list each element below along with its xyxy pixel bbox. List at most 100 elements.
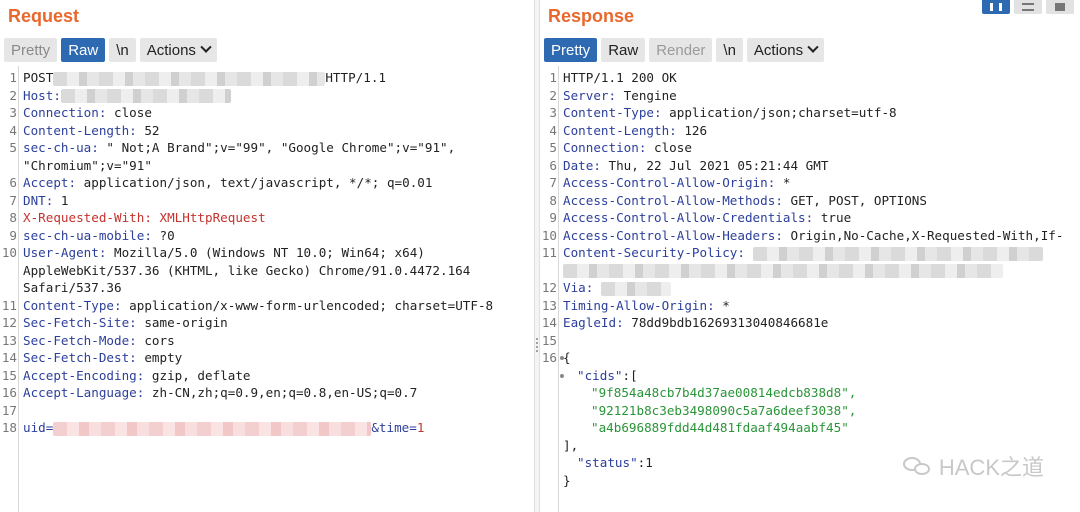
rows-icon xyxy=(1022,3,1034,11)
header-value: ?0 xyxy=(151,227,175,243)
request-newline-toggle[interactable]: \n xyxy=(109,38,136,62)
request-raw-tab[interactable]: Raw xyxy=(61,38,106,62)
code-text: Content-Length: 126 xyxy=(563,122,707,140)
code-line: "92121b8c3eb3498090c5a7a6deef3038", xyxy=(540,402,1080,420)
line-number: 12 xyxy=(1,315,17,330)
code-text: Timing-Allow-Origin: * xyxy=(563,297,730,315)
line-number: 11 xyxy=(541,245,557,260)
header-colon: : xyxy=(53,87,61,103)
code-text: "92121b8c3eb3498090c5a7a6deef3038", xyxy=(591,402,856,420)
response-raw-tab[interactable]: Raw xyxy=(601,38,646,62)
code-line: 10 Access-Control-Allow-Headers: Origin,N… xyxy=(540,227,1080,245)
code-line: 8 X-Requested-With: XMLHttpRequest xyxy=(0,209,534,227)
json-punct: :1 xyxy=(637,455,653,470)
header-value: application/json;charset=utf-8 xyxy=(661,105,897,120)
fold-marker-icon[interactable] xyxy=(560,356,564,360)
code-text: Connection: close xyxy=(563,139,692,157)
header-name: Accept xyxy=(23,175,69,190)
code-text: } xyxy=(563,472,571,490)
code-text: AppleWebKit/537.36 (KHTML, like Gecko) C… xyxy=(23,262,470,280)
header-value: Origin,No-Cache,X-Requested-With,If- xyxy=(782,227,1064,243)
request-pretty-tab[interactable]: Pretty xyxy=(4,38,58,62)
layout-side-by-side-button[interactable] xyxy=(982,0,1010,14)
code-line: 1 POST HTTP/1.1 xyxy=(0,69,534,87)
code-text: Content-Security-Policy: xyxy=(563,244,1043,262)
json-key: "cids" xyxy=(577,367,623,383)
layout-stacked-button[interactable] xyxy=(1014,0,1042,14)
header-colon: : xyxy=(737,245,745,260)
code-line: 5 sec-ch-ua: " Not;A Brand";v="99", "Goog… xyxy=(0,139,534,157)
code-text: HTTP/1.1 200 OK xyxy=(563,69,677,87)
code-line: "a4b696889fdd44d481fdaaf494aabf45" xyxy=(540,419,1080,437)
code-text: POST HTTP/1.1 xyxy=(23,69,386,87)
code-text: "cids":[ xyxy=(577,367,638,385)
response-render-tab[interactable]: Render xyxy=(649,38,713,62)
header-colon: : xyxy=(129,122,137,138)
fold-marker-icon[interactable] xyxy=(560,373,564,378)
line-number: 13 xyxy=(541,297,557,313)
response-actions-menu[interactable]: Actions xyxy=(746,38,825,62)
header-value: application/json, text/javascript, */*; … xyxy=(76,175,433,190)
header-value: Safari/537.36 xyxy=(23,280,122,295)
code-line: 16 Accept-Language: zh-CN,zh;q=0.9,en;q=0… xyxy=(0,384,534,402)
code-line: 6 Date: Thu, 22 Jul 2021 05:21:44 GMT xyxy=(540,157,1080,175)
header-colon: : xyxy=(129,350,137,365)
line-number: 9 xyxy=(9,227,17,243)
line-number: 2 xyxy=(9,87,17,103)
response-title: Response xyxy=(548,6,635,26)
header-colon: : xyxy=(114,297,122,313)
code-text: uid= &time=1 xyxy=(23,419,424,437)
line-number: 6 xyxy=(9,175,17,190)
code-text xyxy=(563,262,1003,280)
chevron-down-icon xyxy=(200,41,212,53)
request-method: POST xyxy=(23,70,54,85)
code-line: 9 Access-Control-Allow-Credentials: true xyxy=(540,209,1080,227)
code-text: Access-Control-Allow-Methods: GET, POST,… xyxy=(563,192,927,210)
code-line: 12 Via: xyxy=(540,279,1080,297)
redacted-region xyxy=(600,281,671,296)
code-line: AppleWebKit/537.36 (KHTML, like Gecko) C… xyxy=(0,262,534,280)
code-line: 4 Content-Length: 52 xyxy=(0,122,534,140)
header-colon: : xyxy=(608,87,617,103)
header-value: AppleWebKit/537.36 (KHTML, like Gecko) C… xyxy=(23,262,471,278)
line-number: 13 xyxy=(1,332,17,348)
layout-single-button[interactable] xyxy=(1046,0,1074,14)
code-line: 14 Sec-Fetch-Dest: empty xyxy=(0,349,534,367)
code-text: sec-ch-ua: " Not;A Brand";v="99", "Googl… xyxy=(23,139,455,157)
code-line: 7 DNT: 1 xyxy=(0,192,534,210)
watermark: HACK之道 xyxy=(902,450,1044,482)
header-name: Content-Security-Policy xyxy=(563,245,738,260)
code-text: "Chromium";v="91" xyxy=(23,157,152,175)
header-value: * xyxy=(775,175,791,190)
response-newline-toggle[interactable]: \n xyxy=(716,38,743,62)
code-line: 14 EagleId: 78dd9bdb16269313040846681e xyxy=(540,314,1080,332)
code-line: 8 Access-Control-Allow-Methods: GET, POST… xyxy=(540,192,1080,210)
code-text: Safari/537.36 xyxy=(23,279,122,297)
header-value: application/x-www-form-urlencoded; chars… xyxy=(121,297,494,313)
code-line: 15 xyxy=(540,332,1080,350)
request-title: Request xyxy=(8,6,80,26)
header-value: GET, POST, OPTIONS xyxy=(782,192,927,208)
line-number: 10 xyxy=(1,245,17,260)
code-text: EagleId: 78dd9bdb16269313040846681e xyxy=(563,314,828,332)
response-editor[interactable]: 1 HTTP/1.1 200 OK 2 Server: Tengine 3 Content… xyxy=(540,66,1080,512)
json-string: "9f854a48cb7b4d37ae00814edcb838d8", xyxy=(591,385,857,400)
header-value: " Not;A Brand";v="99", "Google Chrome";v… xyxy=(98,140,456,155)
code-text: DNT: 1 xyxy=(23,192,69,210)
header-name: Connection xyxy=(563,140,639,155)
header-value: { xyxy=(563,350,571,365)
code-line: 10 User-Agent: Mozilla/5.0 (Windows NT 10… xyxy=(0,244,534,262)
request-actions-menu[interactable]: Actions xyxy=(139,38,217,62)
header-name: Access-Control-Allow-Headers xyxy=(563,227,776,243)
request-editor[interactable]: 1 POST HTTP/1.1 2 Host: 3 Connection: close 4 Co… xyxy=(0,66,534,512)
response-pretty-tab[interactable]: Pretty xyxy=(544,38,598,62)
header-name: EagleId xyxy=(563,315,617,330)
code-text: Accept: application/json, text/javascrip… xyxy=(23,174,432,192)
code-text: Content-Type: application/json;charset=u… xyxy=(563,104,897,122)
header-name: Date xyxy=(563,157,594,173)
header-value: 52 xyxy=(136,122,160,138)
header-name: User-Agent xyxy=(23,245,99,260)
line-number: 8 xyxy=(9,210,17,225)
header-colon: : xyxy=(707,297,715,313)
header-value: true xyxy=(813,210,852,225)
